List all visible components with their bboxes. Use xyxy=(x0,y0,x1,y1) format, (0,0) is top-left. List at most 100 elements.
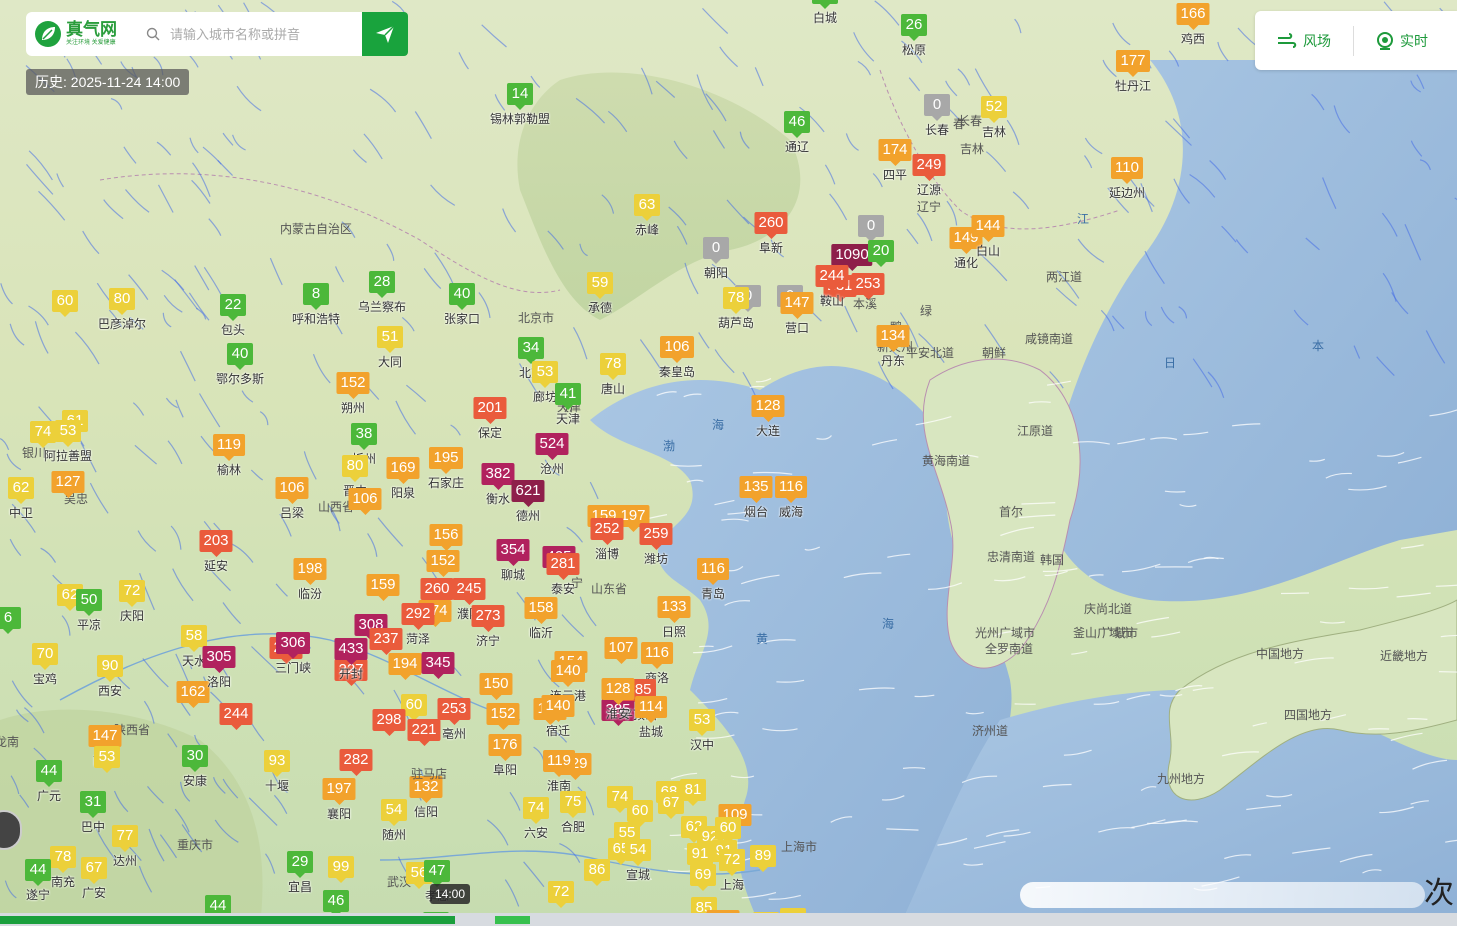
aqi-station-marker[interactable]: 201 保定 xyxy=(473,397,507,440)
aqi-station-marker[interactable]: 524 沧州 xyxy=(535,433,569,476)
aqi-station-marker[interactable]: 133 日照 xyxy=(657,596,691,639)
aqi-station-marker[interactable]: 282 xyxy=(339,749,373,776)
aqi-station-marker[interactable]: 244 鞍山 xyxy=(815,265,849,308)
aqi-station-marker[interactable]: 53 阿拉善盟 xyxy=(44,420,92,463)
aqi-station-marker[interactable]: 621 德州 xyxy=(511,480,545,523)
aqi-station-marker[interactable]: 114 盐城 xyxy=(635,696,667,739)
aqi-station-marker[interactable]: 152 xyxy=(486,703,520,730)
aqi-station-marker[interactable]: 252 淄博 xyxy=(590,518,624,561)
aqi-station-marker[interactable]: 260 阜新 xyxy=(754,212,788,255)
aqi-station-marker[interactable]: 382 衡水 xyxy=(481,463,515,506)
aqi-station-marker[interactable]: 237 xyxy=(369,628,403,655)
map-canvas[interactable]: 内蒙古自治区长春春吉林辽宁鸭绿新义州平安北道朝鲜两江道咸镜南道江原道黄海南道首尔… xyxy=(0,0,1457,926)
aqi-station-marker[interactable]: 28 乌兰察布 xyxy=(358,271,406,314)
aqi-station-marker[interactable]: 177 牡丹江 xyxy=(1115,50,1151,93)
aqi-station-marker[interactable]: 150 xyxy=(479,673,513,700)
aqi-station-marker[interactable]: 176 阜阳 xyxy=(488,734,522,777)
aqi-station-marker[interactable]: 78 唐山 xyxy=(600,353,626,396)
aqi-station-marker[interactable]: 8 呼和浩特 xyxy=(292,283,340,326)
search-input[interactable] xyxy=(168,25,362,43)
aqi-station-marker[interactable]: 110 延边州 xyxy=(1109,157,1145,200)
aqi-station-marker[interactable]: 156 xyxy=(429,524,463,551)
aqi-station-marker[interactable]: 46 通辽 xyxy=(784,111,810,154)
timeline-bar[interactable] xyxy=(0,913,1457,926)
aqi-station-marker[interactable]: 90 西安 xyxy=(97,655,123,698)
aqi-station-marker[interactable]: 169 阳泉 xyxy=(386,457,420,500)
aqi-station-marker[interactable]: 158 临沂 xyxy=(524,597,558,640)
aqi-station-marker[interactable]: 119 淮南 xyxy=(543,750,575,793)
aqi-station-marker[interactable]: 144 白山 xyxy=(971,215,1005,258)
aqi-station-marker[interactable]: 62 中卫 xyxy=(8,477,34,520)
aqi-station-marker[interactable]: 194 xyxy=(388,653,422,680)
aqi-station-marker[interactable]: 174 四平 xyxy=(878,139,912,182)
aqi-station-marker[interactable]: 74 六安 xyxy=(523,797,549,840)
aqi-station-marker[interactable]: 91 xyxy=(687,843,713,870)
aqi-station-marker[interactable]: 298 xyxy=(372,709,406,736)
aqi-station-marker[interactable]: 253 xyxy=(851,273,885,300)
search-box[interactable] xyxy=(136,12,362,56)
aqi-station-marker[interactable]: 93 十堰 xyxy=(264,750,290,793)
aqi-station-marker[interactable]: 292 菏泽 xyxy=(401,603,435,646)
aqi-station-marker[interactable]: 26 松原 xyxy=(901,14,927,57)
aqi-station-marker[interactable]: 147 营口 xyxy=(780,292,814,335)
aqi-station-marker[interactable]: 203 延安 xyxy=(199,530,233,573)
aqi-station-marker[interactable]: 259 潍坊 xyxy=(639,523,673,566)
search-submit-button[interactable] xyxy=(362,12,408,56)
aqi-station-marker[interactable]: 14 锡林郭勒盟 xyxy=(490,83,550,126)
aqi-station-marker[interactable]: 31 巴中 xyxy=(80,791,106,834)
aqi-station-marker[interactable]: 273 济宁 xyxy=(471,605,505,648)
aqi-station-marker[interactable]: 54 宣城 xyxy=(625,839,651,882)
aqi-station-marker[interactable]: 195 石家庄 xyxy=(428,447,464,490)
aqi-station-marker[interactable]: 119 榆林 xyxy=(213,434,245,477)
aqi-station-marker[interactable]: 24 白城 xyxy=(812,0,838,25)
aqi-station-marker[interactable]: 6 xyxy=(0,607,21,634)
aqi-station-marker[interactable]: 78 葫芦岛 xyxy=(718,287,754,330)
aqi-station-marker[interactable]: 80 巴彦淖尔 xyxy=(98,288,146,331)
aqi-station-marker[interactable]: 44 广元 xyxy=(36,760,62,803)
aqi-station-marker[interactable]: 140 宿迁 xyxy=(541,695,575,738)
aqi-station-marker[interactable]: 106 吕梁 xyxy=(275,477,309,520)
aqi-station-marker[interactable]: 46 xyxy=(323,890,349,917)
aqi-station-marker[interactable]: 29 宜昌 xyxy=(287,851,313,894)
aqi-station-marker[interactable]: 159 xyxy=(366,574,400,601)
aqi-station-marker[interactable]: 0 xyxy=(858,215,884,242)
aqi-station-marker[interactable]: 116 威海 xyxy=(775,476,807,519)
corner-icon[interactable]: 次 xyxy=(1424,868,1454,912)
aqi-station-marker[interactable]: 77 达州 xyxy=(112,825,138,868)
wind-field-button[interactable]: 风场 xyxy=(1255,31,1353,51)
aqi-station-marker[interactable]: 53 汉中 xyxy=(689,709,715,752)
aqi-station-marker[interactable]: 30 安康 xyxy=(182,745,208,788)
aqi-station-marker[interactable]: 89 xyxy=(750,845,776,872)
aqi-station-marker[interactable]: 78 南充 xyxy=(50,846,76,889)
aqi-station-marker[interactable]: 433 开封 xyxy=(334,638,368,681)
aqi-station-marker[interactable]: 166 鸡西 xyxy=(1176,3,1210,46)
aqi-station-marker[interactable]: 116 青岛 xyxy=(697,558,729,601)
aqi-station-marker[interactable]: 60 xyxy=(715,817,741,844)
aqi-station-marker[interactable]: 249 辽源 xyxy=(912,154,946,197)
aqi-station-marker[interactable]: 59 承德 xyxy=(587,272,613,315)
aqi-station-marker[interactable]: 75 合肥 xyxy=(560,791,586,834)
aqi-station-marker[interactable]: 53 xyxy=(94,746,120,773)
aqi-station-marker[interactable]: 40 鄂尔多斯 xyxy=(216,343,264,386)
aqi-station-marker[interactable]: 40 张家口 xyxy=(444,283,480,326)
aqi-station-marker[interactable]: 99 xyxy=(328,856,354,883)
aqi-station-marker[interactable]: 354 聊城 xyxy=(496,539,530,582)
realtime-button[interactable]: 实时 xyxy=(1354,31,1450,51)
aqi-station-marker[interactable]: 197 襄阳 xyxy=(322,778,356,821)
aqi-station-marker[interactable]: 44 遂宁 xyxy=(25,859,51,902)
aqi-station-marker[interactable]: 69 xyxy=(690,864,716,891)
aqi-station-marker[interactable]: 72 庆阳 xyxy=(119,580,145,623)
aqi-station-marker[interactable]: 0 朝阳 xyxy=(703,237,729,280)
aqi-station-marker[interactable]: 132 信阳 xyxy=(409,776,443,819)
aqi-station-marker[interactable]: 0 长春 xyxy=(924,94,950,137)
aqi-station-marker[interactable]: 60 xyxy=(627,800,653,827)
aqi-station-marker[interactable]: 305 洛阳 xyxy=(202,646,236,689)
aqi-station-marker[interactable]: 128 淮安 xyxy=(601,678,635,721)
aqi-station-marker[interactable]: 281 泰安 xyxy=(546,553,580,596)
aqi-station-marker[interactable]: 221 xyxy=(407,719,441,746)
aqi-station-marker[interactable]: 22 包头 xyxy=(220,294,246,337)
aqi-station-marker[interactable]: 260 xyxy=(420,578,454,605)
aqi-station-marker[interactable]: 107 xyxy=(604,637,638,664)
aqi-station-marker[interactable]: 70 宝鸡 xyxy=(32,643,58,686)
aqi-station-marker[interactable]: 198 临汾 xyxy=(293,558,327,601)
